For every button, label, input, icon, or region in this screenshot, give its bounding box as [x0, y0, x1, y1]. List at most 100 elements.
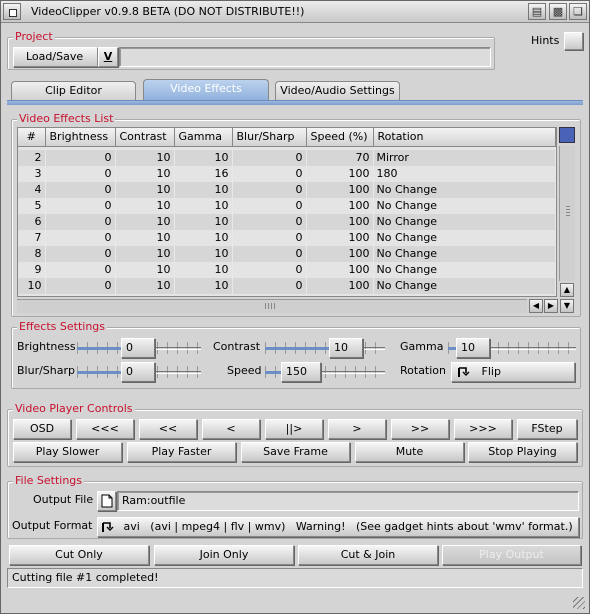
close-icon[interactable]: [3, 3, 21, 20]
rotation-value: Flip: [481, 365, 501, 378]
save-frame-button[interactable]: Save Frame: [241, 442, 350, 462]
column-select-icon[interactable]: [559, 127, 575, 143]
rotation-cycle-button[interactable]: Flip: [451, 362, 575, 382]
effects-settings-label: Effects Settings: [17, 320, 108, 333]
column-header[interactable]: Contrast: [115, 128, 175, 147]
osd-button[interactable]: OSD: [13, 419, 71, 439]
tab-video-effects[interactable]: Video Effects: [143, 79, 269, 101]
column-header[interactable]: Blur/Sharp: [232, 128, 307, 147]
play-slower-button[interactable]: Play Slower: [13, 442, 122, 462]
cell: 10: [174, 246, 233, 262]
status-bar: Cutting file #1 completed!: [7, 568, 583, 588]
table-row[interactable]: 2 0 10 10 0 70 Mirror: [18, 150, 556, 166]
brightness-slider[interactable]: 0: [77, 338, 201, 358]
brightness-knob[interactable]: 0: [121, 338, 155, 358]
table-row[interactable]: 8 0 10 10 0 100 No Change: [18, 246, 556, 262]
rewind-fast-button[interactable]: <<<: [76, 419, 134, 439]
join-only-button[interactable]: Join Only: [154, 545, 294, 565]
table-row[interactable]: 3 0 10 16 0 100 180: [18, 166, 556, 182]
table-row[interactable]: 9 0 10 10 0 100 No Change: [18, 262, 556, 278]
cut-join-button[interactable]: Cut & Join: [298, 545, 438, 565]
effects-listview[interactable]: # Brightness Contrast Gamma Blur/Sharp S…: [17, 127, 557, 297]
contrast-knob[interactable]: 10: [329, 338, 363, 358]
table-header-row: # Brightness Contrast Gamma Blur/Sharp S…: [18, 128, 556, 147]
output-format-value: avi (avi | mpeg4 | flv | wmv) Warning! (…: [123, 520, 573, 533]
table-row[interactable]: 10 0 10 10 0 100 No Change: [18, 278, 556, 294]
play-faster-button[interactable]: Play Faster: [127, 442, 236, 462]
cell: 10: [115, 246, 175, 262]
table-row[interactable]: 4 0 10 10 0 100 No Change: [18, 182, 556, 198]
rotation-label: Rotation: [400, 364, 447, 377]
contrast-slider[interactable]: 10: [265, 338, 385, 358]
forward-fast-button[interactable]: >>>: [454, 419, 512, 439]
scroll-up-icon[interactable]: ▲: [560, 283, 574, 297]
tab-clip-editor[interactable]: Clip Editor: [11, 81, 136, 101]
output-file-label: Output File: [33, 493, 94, 506]
cell: 0: [232, 278, 307, 294]
stop-playing-button[interactable]: Stop Playing: [468, 442, 577, 462]
brightness-fill: [77, 347, 121, 350]
effects-table: # Brightness Contrast Gamma Blur/Sharp S…: [18, 128, 556, 294]
resize-grip-icon[interactable]: [573, 597, 585, 609]
column-header[interactable]: Rotation: [373, 128, 556, 147]
output-format-cycle[interactable]: avi (avi | mpeg4 | flv | wmv) Warning! (…: [97, 517, 579, 537]
project-dropdown-button[interactable]: V: [98, 47, 118, 67]
output-file-picker-button[interactable]: [97, 491, 116, 511]
app-window: VideoClipper v0.9.8 BETA (DO NOT DISTRIB…: [0, 0, 590, 614]
scroll-left-icon[interactable]: ◀: [529, 299, 543, 313]
vertical-scrollbar[interactable]: [559, 146, 575, 281]
output-format-label: Output Format: [12, 519, 93, 532]
speed-slider[interactable]: 150: [265, 362, 385, 382]
cell: No Change: [373, 246, 556, 262]
column-header[interactable]: #: [18, 128, 46, 147]
tab-video-audio-settings[interactable]: Video/Audio Settings: [275, 81, 400, 101]
speed-knob[interactable]: 150: [281, 362, 321, 382]
speed-label: Speed: [227, 364, 262, 377]
project-name-field[interactable]: [119, 47, 491, 67]
zoom-icon[interactable]: ▩: [549, 3, 567, 20]
cell: 10: [115, 150, 175, 166]
column-header[interactable]: Gamma: [174, 128, 233, 147]
load-save-button[interactable]: Load/Save: [13, 47, 98, 67]
table-row[interactable]: 7 0 10 10 0 100 No Change: [18, 230, 556, 246]
mute-button[interactable]: Mute: [355, 442, 464, 462]
title-bar[interactable]: VideoClipper v0.9.8 BETA (DO NOT DISTRIB…: [1, 1, 589, 23]
table-row[interactable]: 5 0 10 10 0 100 No Change: [18, 198, 556, 214]
step-back-button[interactable]: <: [202, 419, 260, 439]
gamma-knob[interactable]: 10: [456, 338, 490, 358]
cell: 0: [45, 198, 116, 214]
output-file-field[interactable]: Ram:outfile: [117, 491, 579, 511]
cell: 16: [174, 166, 233, 182]
blur-sharp-slider[interactable]: 0: [77, 362, 201, 382]
depth-icon[interactable]: ❏: [569, 3, 587, 20]
blur-sharp-label: Blur/Sharp: [17, 364, 76, 377]
cell: 100: [306, 278, 374, 294]
gamma-slider[interactable]: 10: [448, 338, 576, 358]
cell: 10: [174, 182, 233, 198]
cell: 0: [232, 198, 307, 214]
table-row[interactable]: 6 0 10 10 0 100 No Change: [18, 214, 556, 230]
cell: 100: [306, 166, 374, 182]
scroll-right-icon[interactable]: ▶: [544, 299, 558, 313]
play-pause-button[interactable]: ||>: [265, 419, 323, 439]
horizontal-scrollbar[interactable]: [17, 299, 527, 313]
blur-sharp-knob[interactable]: 0: [121, 362, 155, 382]
cell: 10: [115, 230, 175, 246]
forward-button[interactable]: >>: [391, 419, 449, 439]
file-icon: [101, 494, 112, 508]
gamma-fill: [448, 347, 456, 350]
scroll-down-icon[interactable]: ▼: [560, 299, 574, 313]
hints-toggle[interactable]: [564, 32, 583, 50]
cell: 10: [115, 214, 175, 230]
rewind-button[interactable]: <<: [139, 419, 197, 439]
cut-only-button[interactable]: Cut Only: [9, 545, 149, 565]
iconify-icon[interactable]: ▤: [528, 3, 546, 20]
play-output-button[interactable]: Play Output: [442, 545, 581, 565]
cell: 100: [306, 246, 374, 262]
frame-step-button[interactable]: FStep: [517, 419, 577, 439]
cell: 100: [306, 198, 374, 214]
column-header[interactable]: Brightness: [45, 128, 116, 147]
column-header[interactable]: Speed (%): [306, 128, 374, 147]
cell: 10: [174, 262, 233, 278]
step-forward-button[interactable]: >: [328, 419, 386, 439]
